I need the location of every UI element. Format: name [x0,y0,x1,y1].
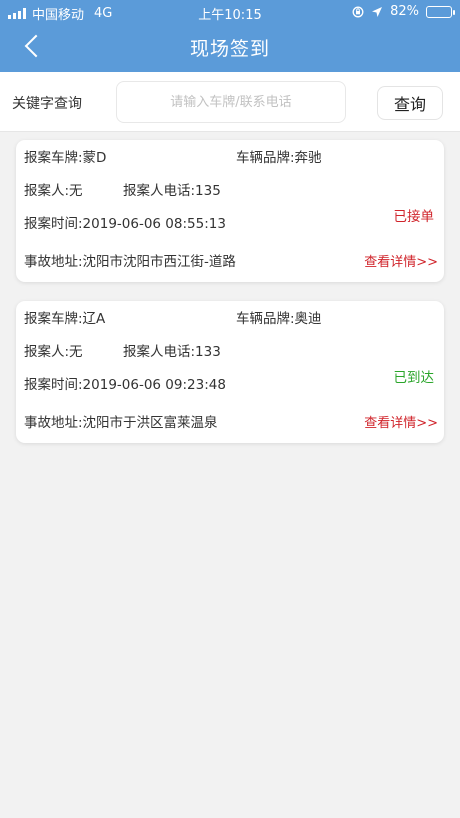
report-time: 报案时间:2019-06-06 09:23:48 [24,377,226,393]
status-badge: 已接单 [393,209,435,225]
search-label: 关键字查询 [12,96,82,112]
vehicle-brand: 车辆品牌:奔驰 [236,150,322,166]
report-time: 报案时间:2019-06-06 08:55:13 [24,216,226,232]
view-details-link[interactable]: 查看详情>> [364,251,438,270]
search-button[interactable]: 查询 [377,86,443,120]
reporter-phone: 报案人电话:133 [123,344,221,360]
header-bar: 中国移动 4G 上午10:15 82% 现场签到 [0,0,460,72]
battery-percent: 82% [390,4,419,19]
status-badge: 已到达 [393,370,435,386]
accident-address: 事故地址:沈阳市于洪区富莱温泉 [24,415,218,431]
location-arrow-icon [372,6,383,17]
rotation-lock-icon [352,6,364,17]
plate-number: 报案车牌:辽A [24,311,106,327]
plate-number: 报案车牌:蒙D [24,150,107,166]
reporter-phone: 报案人电话:135 [123,183,221,199]
accident-address: 事故地址:沈阳市沈阳市西江街-道路 [24,254,236,270]
search-input[interactable] [116,81,346,123]
vehicle-brand: 车辆品牌:奥迪 [236,311,322,327]
reporter-name: 报案人:无 [24,183,83,199]
status-bar: 中国移动 4G 上午10:15 82% [0,0,460,24]
record-card[interactable]: 报案车牌:蒙D 车辆品牌:奔驰 报案人:无 报案人电话:135 报案时间:201… [16,140,444,282]
view-details-link[interactable]: 查看详情>> [364,412,438,431]
record-card[interactable]: 报案车牌:辽A 车辆品牌:奥迪 报案人:无 报案人电话:133 报案时间:201… [16,301,444,443]
page-title: 现场签到 [189,38,270,60]
reporter-name: 报案人:无 [24,344,83,360]
search-bar: 关键字查询 查询 [0,72,460,132]
battery-icon [426,5,455,18]
